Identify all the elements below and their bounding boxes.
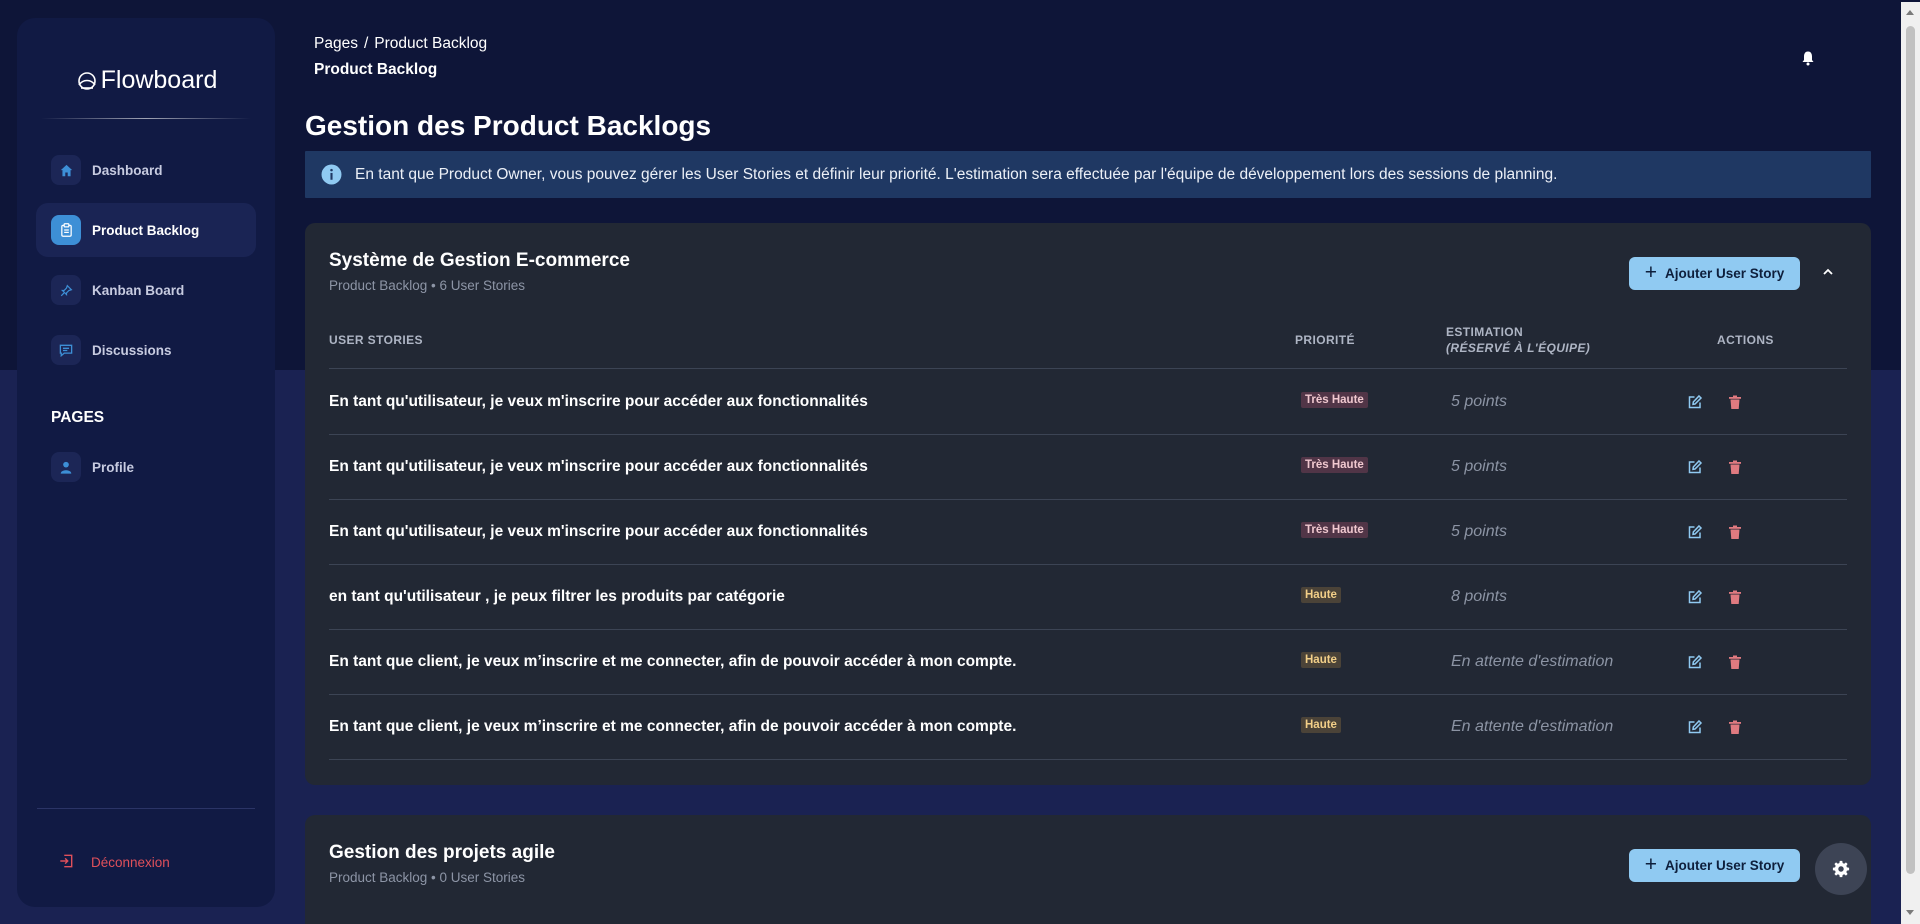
column-header-estimation-label: ESTIMATION — [1446, 325, 1524, 339]
project-title: Système de Gestion E-commerce — [329, 250, 630, 271]
edit-icon[interactable] — [1687, 524, 1703, 540]
user-story-text: En tant que client, je veux m’inscrire e… — [329, 653, 1017, 670]
add-user-story-label: Ajouter User Story — [1664, 858, 1785, 873]
clipboard-icon — [51, 215, 81, 245]
pin-icon — [51, 275, 81, 305]
sidebar-item-product-backlog[interactable]: Product Backlog — [36, 203, 256, 257]
table-row: en tant qu'utilisateur , je peux filtrer… — [329, 564, 1847, 629]
brand-name: Flowboard — [100, 66, 218, 94]
settings-gear-icon[interactable] — [1815, 843, 1867, 895]
trash-icon[interactable] — [1727, 459, 1743, 475]
sidebar-item-label: Product Backlog — [92, 222, 200, 238]
sidebar-item-discussions[interactable]: Discussions — [36, 323, 256, 377]
estimation-value: 5 points — [1451, 458, 1508, 475]
edit-icon[interactable] — [1687, 589, 1703, 605]
trash-icon[interactable] — [1727, 394, 1743, 410]
brand-divider — [41, 118, 251, 119]
info-icon — [321, 164, 342, 185]
logout-icon — [59, 854, 75, 870]
priority-badge: Haute — [1301, 717, 1341, 733]
info-text: En tant que Product Owner, vous pouvez g… — [355, 165, 1558, 183]
add-user-story-label: Ajouter User Story — [1664, 266, 1785, 281]
breadcrumb: Pages / Product Backlog — [314, 35, 487, 53]
trash-icon[interactable] — [1727, 719, 1743, 735]
user-story-text: En tant qu'utilisateur, je veux m'inscri… — [329, 393, 868, 410]
page-title: Gestion des Product Backlogs — [305, 110, 712, 141]
table-row: En tant qu'utilisateur, je veux m'inscri… — [329, 434, 1847, 499]
sidebar-item-label: Profile — [92, 459, 135, 475]
project-subtitle: Product Backlog • 0 User Stories — [329, 870, 526, 885]
plus-icon: + — [1644, 853, 1657, 876]
project-card: Système de Gestion E-commerce Product Ba… — [305, 223, 1871, 785]
edit-icon[interactable] — [1687, 394, 1703, 410]
table-row: En tant que client, je veux m’inscrire e… — [329, 629, 1847, 694]
user-story-text: En tant que client, je veux m’inscrire e… — [329, 718, 1017, 735]
sidebar-item-dashboard[interactable]: Dashboard — [36, 143, 256, 197]
sidebar-item-label: Discussions — [92, 342, 172, 358]
table-row: En tant qu'utilisateur, je veux m'inscri… — [329, 499, 1847, 564]
brand-logo[interactable]: Flowboard — [17, 66, 275, 95]
project-subtitle: Product Backlog • 6 User Stories — [329, 278, 526, 293]
edit-icon[interactable] — [1687, 654, 1703, 670]
flowboard-logo-icon — [77, 71, 96, 90]
plus-icon: + — [1644, 261, 1657, 284]
user-icon — [51, 452, 81, 482]
breadcrumb-separator: / — [363, 35, 369, 52]
estimation-value: 8 points — [1451, 588, 1508, 605]
user-story-text: en tant qu'utilisateur , je peux filtrer… — [329, 588, 785, 605]
trash-icon[interactable] — [1727, 589, 1743, 605]
sidebar-item-kanban-board[interactable]: Kanban Board — [36, 263, 256, 317]
estimation-value: 5 points — [1451, 523, 1508, 540]
scroll-down-arrow-icon[interactable] — [1906, 910, 1914, 915]
estimation-value: En attente d'estimation — [1451, 653, 1614, 670]
add-user-story-button[interactable]: + Ajouter User Story — [1629, 257, 1800, 290]
project-title: Gestion des projets agile — [329, 842, 555, 863]
table-row: En tant qu'utilisateur, je veux m'inscri… — [329, 369, 1847, 434]
estimation-value: En attente d'estimation — [1451, 718, 1614, 735]
home-icon — [51, 155, 81, 185]
breadcrumb-current: Product Backlog — [374, 35, 488, 52]
table-row: En tant que client, je veux m’inscrire e… — [329, 694, 1847, 759]
priority-badge: Haute — [1301, 652, 1341, 668]
priority-badge: Très Haute — [1301, 457, 1368, 473]
project-card: Gestion des projets agile Product Backlo… — [305, 815, 1871, 924]
collapse-chevron-up-icon[interactable] — [1819, 263, 1837, 281]
sidebar-item-label: Kanban Board — [92, 282, 185, 298]
page-subtitle: Product Backlog — [314, 61, 438, 78]
trash-icon[interactable] — [1727, 654, 1743, 670]
column-header-estimation-note: (RÉSERVÉ À L'ÉQUIPE) — [1446, 341, 1591, 355]
sidebar: Flowboard Dashboard Product Backlog Kanb… — [17, 18, 275, 907]
logout-label: Déconnexion — [91, 854, 170, 870]
priority-badge: Très Haute — [1301, 392, 1368, 408]
user-story-text: En tant qu'utilisateur, je veux m'inscri… — [329, 458, 868, 475]
info-alert: En tant que Product Owner, vous pouvez g… — [305, 151, 1871, 198]
user-story-text: En tant qu'utilisateur, je veux m'inscri… — [329, 523, 868, 540]
sidebar-section-heading: PAGES — [51, 409, 105, 426]
table-divider — [329, 759, 1847, 760]
column-header-actions: ACTIONS — [1717, 333, 1774, 347]
sidebar-item-label: Dashboard — [92, 162, 163, 178]
column-header-stories: USER STORIES — [329, 333, 423, 347]
breadcrumb-root[interactable]: Pages — [314, 35, 358, 52]
column-header-priority: PRIORITÉ — [1295, 333, 1355, 347]
add-user-story-button[interactable]: + Ajouter User Story — [1629, 849, 1800, 882]
scrollbar-thumb[interactable] — [1906, 26, 1915, 874]
sidebar-divider — [37, 808, 255, 809]
logout-button[interactable]: Déconnexion — [36, 845, 256, 879]
edit-icon[interactable] — [1687, 459, 1703, 475]
column-header-estimation: ESTIMATION (RÉSERVÉ À L'ÉQUIPE) — [1446, 325, 1590, 355]
trash-icon[interactable] — [1727, 524, 1743, 540]
chat-icon — [51, 335, 81, 365]
notification-bell-icon[interactable] — [1800, 50, 1816, 66]
priority-badge: Très Haute — [1301, 522, 1368, 538]
edit-icon[interactable] — [1687, 719, 1703, 735]
priority-badge: Haute — [1301, 587, 1341, 603]
estimation-value: 5 points — [1451, 393, 1508, 410]
scroll-up-arrow-icon[interactable] — [1906, 10, 1914, 15]
vertical-scrollbar[interactable] — [1901, 2, 1920, 924]
sidebar-item-profile[interactable]: Profile — [36, 440, 256, 494]
